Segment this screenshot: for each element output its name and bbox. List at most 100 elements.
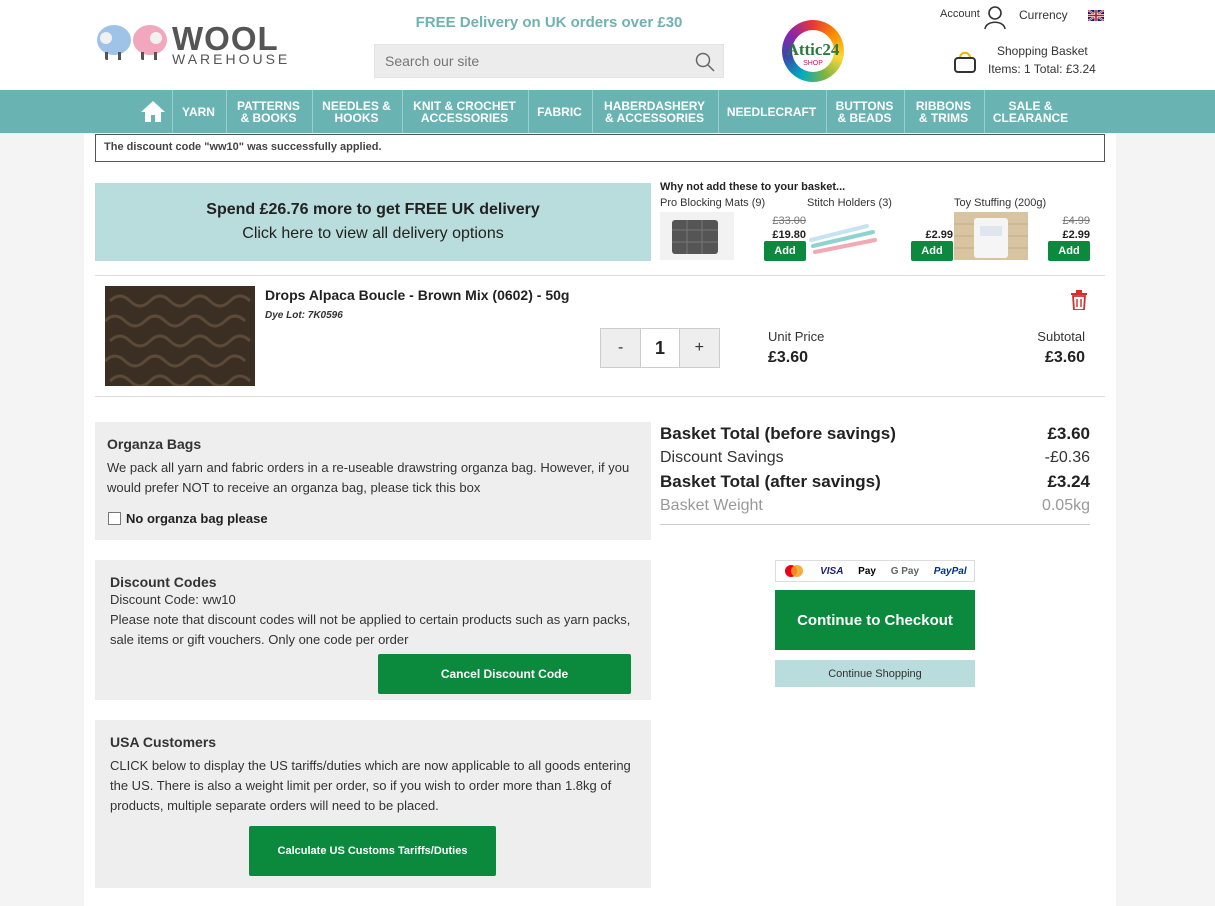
unit-price-label: Unit Price bbox=[768, 329, 825, 344]
nav-knit-crochet-accessories[interactable]: KNIT & CROCHET ACCESSORIES bbox=[402, 90, 526, 133]
quantity-increase-button[interactable]: + bbox=[679, 329, 720, 367]
free-delivery-promo: FREE Delivery on UK orders over £30 bbox=[415, 14, 683, 31]
total-after-row: Basket Total (after savings) £3.24 bbox=[660, 472, 1090, 492]
discount-note: Please note that discount codes will not… bbox=[110, 612, 631, 647]
search-icon[interactable] bbox=[695, 52, 715, 72]
discount-savings-value: -£0.36 bbox=[1044, 449, 1090, 466]
upsell-old-price: £33.00 bbox=[772, 215, 806, 227]
nav-patterns-books[interactable]: PATTERNS & BOOKS bbox=[226, 90, 310, 133]
nav-needles-hooks[interactable]: NEEDLES & HOOKS bbox=[312, 90, 400, 133]
upsell-item-name[interactable]: Toy Stuffing (200g) bbox=[954, 197, 1046, 209]
free-delivery-banner[interactable]: Spend £26.76 more to get FREE UK deliver… bbox=[95, 183, 651, 261]
upsell-add-button[interactable]: Add bbox=[764, 241, 806, 261]
product-name[interactable]: Drops Alpaca Boucle - Brown Mix (0602) -… bbox=[265, 287, 569, 303]
main-navigation: YARN PATTERNS & BOOKS NEEDLES & HOOKS KN… bbox=[0, 90, 1215, 133]
upsell-price: £2.99 bbox=[925, 229, 953, 241]
upsell-add-button[interactable]: Add bbox=[1048, 241, 1090, 261]
calculate-tariffs-button[interactable]: Calculate US Customs Tariffs/Duties bbox=[249, 826, 496, 876]
payment-methods: VISA Pay G Pay PayPal bbox=[775, 560, 975, 582]
basket-weight-row: Basket Weight 0.05kg bbox=[660, 497, 1090, 515]
total-after-value: £3.24 bbox=[1047, 472, 1090, 491]
nav-needlecraft[interactable]: NEEDLECRAFT bbox=[718, 90, 824, 133]
divider bbox=[95, 275, 1105, 276]
nav-yarn[interactable]: YARN bbox=[172, 90, 224, 133]
quantity-decrease-button[interactable]: - bbox=[601, 329, 641, 367]
visa-icon: VISA bbox=[820, 565, 844, 577]
divider bbox=[660, 524, 1090, 525]
organza-checkbox-row[interactable]: No organza bag please bbox=[108, 511, 268, 526]
nav-haberdashery-accessories[interactable]: HABERDASHERY & ACCESSORIES bbox=[592, 90, 716, 133]
search-input[interactable] bbox=[375, 45, 675, 77]
quantity-input[interactable]: 1 bbox=[640, 329, 680, 367]
cancel-discount-button[interactable]: Cancel Discount Code bbox=[378, 654, 631, 694]
total-after-label: Basket Total (after savings) bbox=[660, 472, 881, 491]
google-pay-icon: G Pay bbox=[890, 565, 920, 577]
product-dye-lot: Dye Lot: 7K0596 bbox=[265, 310, 343, 321]
stitch-holders-image[interactable] bbox=[807, 212, 881, 260]
total-before-label: Basket Total (before savings) bbox=[660, 424, 896, 443]
upsell-add-button[interactable]: Add bbox=[911, 241, 953, 261]
continue-to-checkout-button[interactable]: Continue to Checkout bbox=[775, 590, 975, 650]
usa-text: CLICK below to display the US tariffs/du… bbox=[110, 758, 631, 813]
apple-pay-icon: Pay bbox=[858, 565, 876, 577]
discount-title: Discount Codes bbox=[110, 574, 217, 590]
shopping-basket-icon[interactable] bbox=[952, 48, 978, 74]
upsell-item-name[interactable]: Stitch Holders (3) bbox=[807, 197, 892, 209]
basket-summary: Items: 1 Total: £3.24 bbox=[988, 62, 1096, 76]
total-before-row: Basket Total (before savings) £3.60 bbox=[660, 424, 1090, 444]
pink-sheep-icon bbox=[133, 25, 167, 60]
unit-price-value: £3.60 bbox=[768, 349, 809, 366]
discount-applied-notice: The discount code "ww10" was successfull… bbox=[95, 134, 1105, 162]
upsell-item: Toy Stuffing (200g) £4.99 £2.99 Add bbox=[954, 197, 1090, 267]
delivery-options-link[interactable]: Click here to view all delivery options bbox=[95, 225, 651, 243]
toy-stuffing-image[interactable] bbox=[954, 212, 1028, 260]
shopping-basket-link[interactable]: Shopping Basket bbox=[997, 44, 1088, 58]
nav-buttons-beads[interactable]: BUTTONS & BEADS bbox=[826, 90, 902, 133]
user-icon[interactable] bbox=[984, 6, 1006, 30]
upsell-item-name[interactable]: Pro Blocking Mats (9) bbox=[660, 197, 765, 209]
account-link[interactable]: Account bbox=[940, 8, 980, 20]
blue-sheep-icon bbox=[97, 25, 131, 60]
upsell-title: Why not add these to your basket... bbox=[660, 181, 846, 193]
usa-title: USA Customers bbox=[110, 734, 217, 750]
organza-text: We pack all yarn and fabric orders in a … bbox=[107, 460, 630, 495]
wool-warehouse-logo[interactable]: WOOL WAREHOUSE bbox=[96, 20, 287, 72]
trash-icon[interactable] bbox=[1070, 290, 1088, 310]
total-before-value: £3.60 bbox=[1047, 424, 1090, 443]
upsell-item: Stitch Holders (3) £2.99 Add bbox=[807, 197, 953, 267]
no-organza-label[interactable]: No organza bag please bbox=[126, 511, 268, 526]
home-icon[interactable] bbox=[140, 99, 166, 123]
delivery-headline: Spend £26.76 more to get FREE UK deliver… bbox=[206, 201, 540, 218]
product-image[interactable] bbox=[105, 286, 255, 386]
subtotal-value: £3.60 bbox=[1044, 349, 1085, 366]
basket-weight-value: 0.05kg bbox=[1041, 497, 1090, 514]
discount-code-line: Discount Code: ww10 bbox=[110, 592, 236, 607]
nav-sale-clearance[interactable]: SALE & CLEARANCE bbox=[984, 90, 1076, 133]
discount-savings-row: Discount Savings -£0.36 bbox=[660, 449, 1090, 467]
mastercard-icon bbox=[785, 565, 804, 577]
nav-fabric[interactable]: FABRIC bbox=[528, 90, 590, 133]
paypal-icon: PayPal bbox=[933, 565, 967, 577]
quantity-stepper: - 1 + bbox=[600, 328, 720, 368]
basket-weight-label: Basket Weight bbox=[660, 497, 763, 514]
blocking-mats-image[interactable] bbox=[660, 212, 734, 260]
upsell-old-price: £4.99 bbox=[1062, 215, 1090, 227]
uk-flag-icon[interactable] bbox=[1088, 10, 1104, 21]
no-organza-checkbox[interactable] bbox=[108, 512, 121, 525]
divider bbox=[95, 396, 1105, 397]
attic24-name: Attic24 bbox=[786, 40, 840, 59]
continue-shopping-button[interactable]: Continue Shopping bbox=[775, 660, 975, 687]
search-bar bbox=[374, 44, 724, 78]
attic24-shop-logo[interactable]: Attic24 SHOP bbox=[770, 20, 860, 82]
logo-text-warehouse: WAREHOUSE bbox=[172, 51, 291, 67]
upsell-price: £2.99 bbox=[1062, 229, 1090, 241]
organza-title: Organza Bags bbox=[107, 436, 202, 452]
nav-ribbons-trims[interactable]: RIBBONS & TRIMS bbox=[904, 90, 982, 133]
upsell-price: £19.80 bbox=[772, 229, 806, 241]
attic24-shop-label: SHOP bbox=[803, 60, 823, 67]
upsell-item: Pro Blocking Mats (9) £33.00 £19.80 Add bbox=[660, 197, 806, 267]
site-header: WOOL WAREHOUSE FREE Delivery on UK order… bbox=[0, 0, 1215, 90]
currency-selector[interactable]: Currency bbox=[1019, 8, 1068, 22]
discount-savings-label: Discount Savings bbox=[660, 449, 784, 466]
subtotal-label: Subtotal bbox=[1037, 329, 1085, 344]
